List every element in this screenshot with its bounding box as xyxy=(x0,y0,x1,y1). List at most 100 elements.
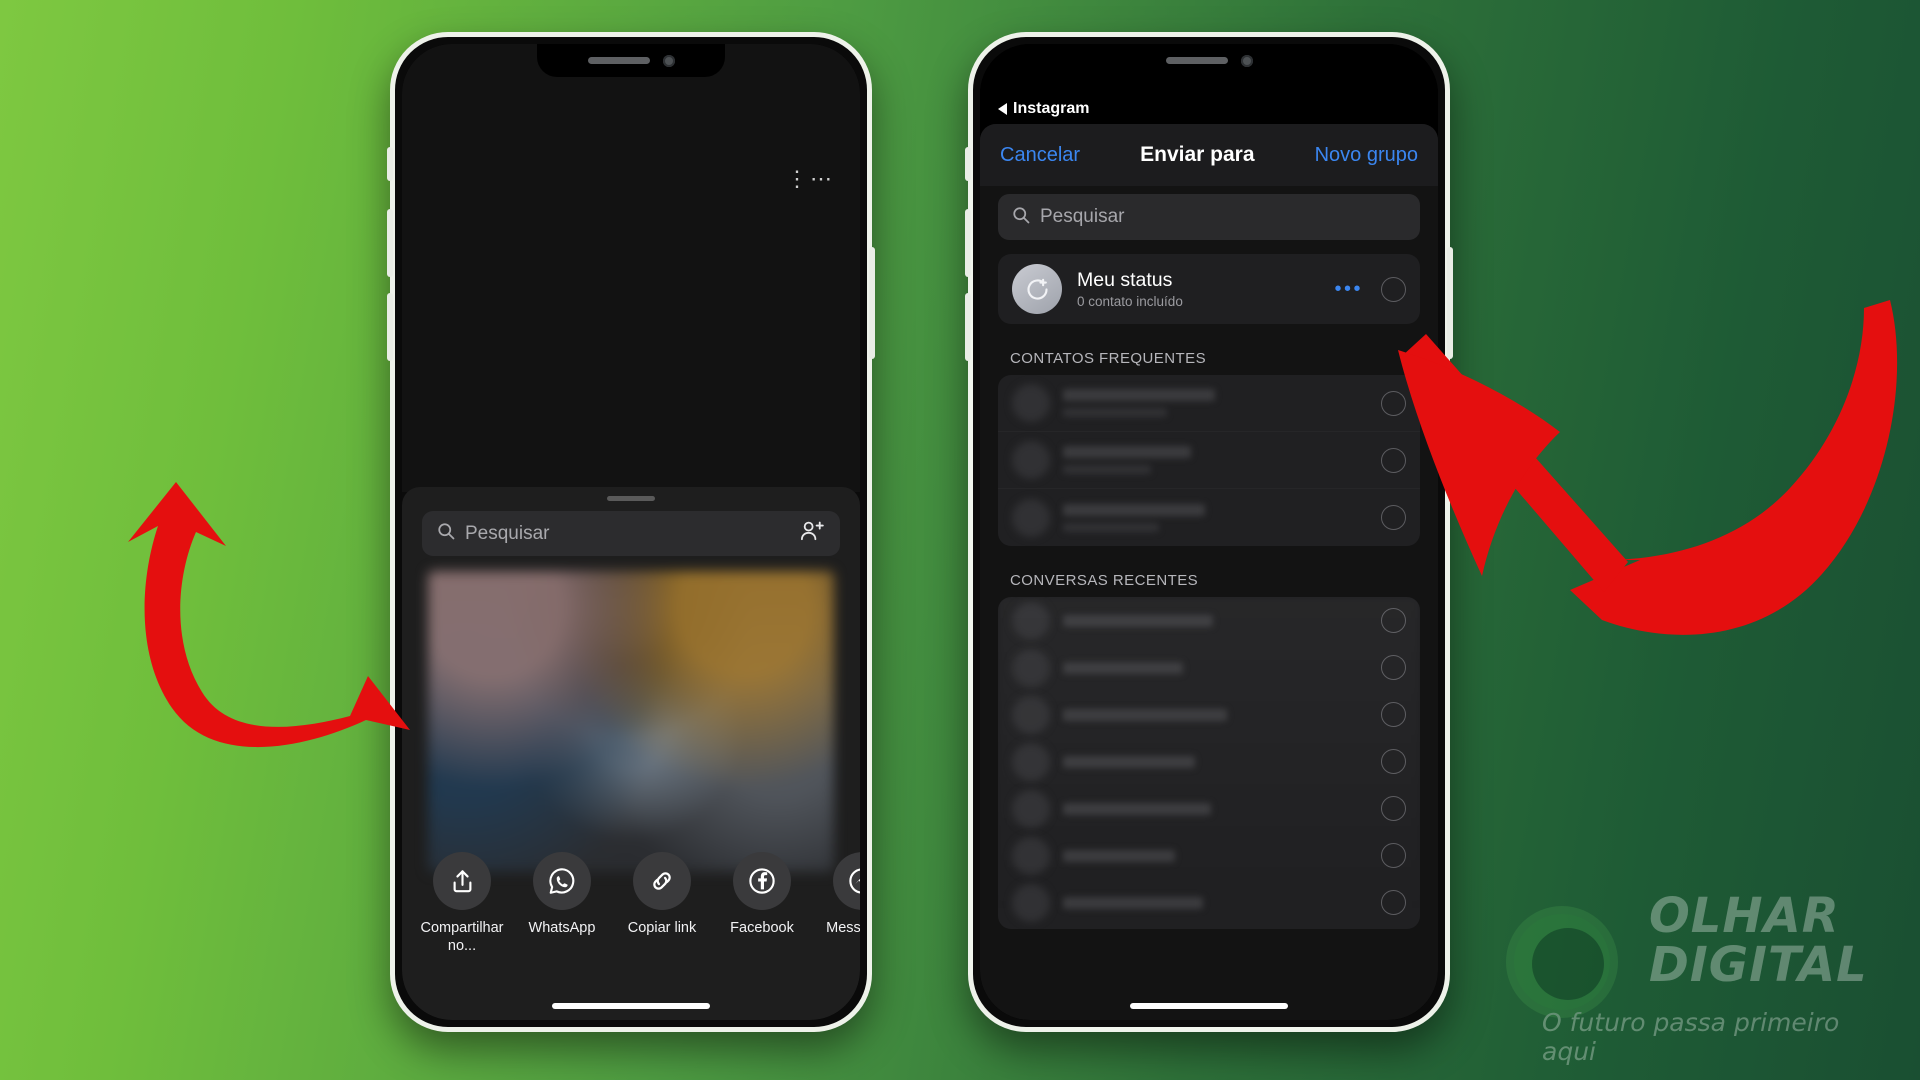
search-icon xyxy=(436,521,456,546)
my-status-text: Meu status 0 contato incluído xyxy=(1077,269,1183,309)
my-status-card: Meu status 0 contato incluído ••• xyxy=(998,254,1420,324)
right-phone-screen: Instagram Cancelar Enviar para Novo grup… xyxy=(980,44,1438,1020)
conversation-select-circle[interactable] xyxy=(1381,749,1406,774)
search-icon xyxy=(1011,205,1031,230)
add-person-icon[interactable] xyxy=(799,519,826,548)
right-phone-volume-up-button[interactable] xyxy=(965,209,971,277)
right-phone-mute-switch[interactable] xyxy=(965,147,971,181)
contact-row[interactable] xyxy=(998,375,1420,432)
section-header-frequent: CONTATOS FREQUENTES xyxy=(1010,350,1207,367)
my-status-row[interactable]: Meu status 0 contato incluído ••• xyxy=(998,254,1420,324)
page-title: Enviar para xyxy=(1140,143,1255,166)
avatar xyxy=(1012,384,1050,422)
conversation-name-blurred xyxy=(1063,849,1175,862)
conversation-row[interactable] xyxy=(998,832,1420,879)
home-indicator[interactable] xyxy=(552,1003,710,1009)
earpiece-speaker-icon xyxy=(1165,57,1228,64)
whatsapp-icon xyxy=(533,852,591,910)
sheet-grabber-handle[interactable] xyxy=(607,496,655,501)
share-search-bar[interactable]: Pesquisar xyxy=(422,511,840,556)
earpiece-speaker-icon xyxy=(587,57,650,64)
send-to-sheet: Cancelar Enviar para Novo grupo Pesquisa… xyxy=(980,124,1438,1020)
share-generic-icon xyxy=(433,852,491,910)
left-phone-device: ⋮⋯ Pesquisar Compartilhar no... WhatsApp… xyxy=(387,32,875,1032)
avatar xyxy=(1012,836,1050,875)
conversation-row[interactable] xyxy=(998,785,1420,832)
avatar xyxy=(1012,498,1050,537)
conversation-name-blurred xyxy=(1063,661,1183,674)
conversation-select-circle[interactable] xyxy=(1381,702,1406,727)
share-target-whatsapp[interactable]: WhatsApp xyxy=(512,852,612,938)
conversation-row[interactable] xyxy=(998,691,1420,738)
share-target-facebook[interactable]: Facebook xyxy=(712,852,812,938)
more-options-icon[interactable]: ••• xyxy=(1334,278,1363,301)
back-to-instagram-button[interactable]: Instagram xyxy=(998,100,1089,118)
conversation-row[interactable] xyxy=(998,644,1420,691)
contact-name-blurred xyxy=(1063,446,1191,474)
contact-name-blurred xyxy=(1063,503,1205,532)
frequent-contacts-list xyxy=(998,375,1420,546)
right-phone-power-button[interactable] xyxy=(1447,247,1453,359)
conversation-name-blurred xyxy=(1063,708,1227,721)
contact-row[interactable] xyxy=(998,489,1420,546)
avatar xyxy=(1012,883,1050,922)
shared-content-preview xyxy=(428,571,834,872)
contacts-search-placeholder: Pesquisar xyxy=(1040,206,1125,227)
watermark-wordmark: OLHAR DIGITAL xyxy=(1649,892,1868,990)
share-target-label: Copiar link xyxy=(627,920,697,936)
share-target-copy-link[interactable]: Copiar link xyxy=(612,852,712,938)
avatar xyxy=(1012,648,1050,687)
avatar xyxy=(1012,601,1050,640)
avatar xyxy=(1012,695,1050,734)
conversation-name-blurred xyxy=(1063,802,1211,815)
watermark-tagline: O futuro passa primeiro aqui xyxy=(1542,1008,1840,1066)
contact-name-blurred xyxy=(1063,389,1215,417)
share-sheet: Pesquisar Compartilhar no... WhatsApp Co… xyxy=(402,487,860,1020)
conversation-select-circle[interactable] xyxy=(1381,843,1406,868)
status-select-circle[interactable] xyxy=(1381,276,1406,302)
contact-select-circle[interactable] xyxy=(1381,447,1406,473)
dimmed-backdrop xyxy=(402,44,860,492)
facebook-icon xyxy=(733,852,791,910)
share-target-label: Facebook xyxy=(730,920,794,936)
conversation-select-circle[interactable] xyxy=(1381,890,1406,915)
conversation-name-blurred xyxy=(1063,755,1195,768)
messenger-icon xyxy=(833,852,860,910)
left-phone-mute-switch[interactable] xyxy=(387,147,393,181)
conversation-select-circle[interactable] xyxy=(1381,655,1406,680)
left-phone-volume-up-button[interactable] xyxy=(387,209,393,277)
back-app-label: Instagram xyxy=(1013,100,1090,117)
olhar-digital-watermark: OLHAR DIGITAL O futuro passa primeiro aq… xyxy=(1494,890,1894,1066)
right-phone-notch xyxy=(1115,44,1303,77)
conversation-name-blurred xyxy=(1063,614,1213,627)
my-status-subtitle: 0 contato incluído xyxy=(1077,294,1183,310)
home-indicator[interactable] xyxy=(1130,1003,1288,1009)
share-target-label: WhatsApp xyxy=(528,920,596,936)
share-target-generic[interactable]: Compartilhar no... xyxy=(412,852,512,955)
share-search-placeholder: Pesquisar xyxy=(465,522,550,544)
contact-select-circle[interactable] xyxy=(1381,390,1406,416)
left-phone-screen: ⋮⋯ Pesquisar Compartilhar no... WhatsApp… xyxy=(402,44,860,1020)
conversation-row[interactable] xyxy=(998,597,1420,644)
link-icon xyxy=(633,852,691,910)
conversation-row[interactable] xyxy=(998,879,1420,926)
arrow-pointing-to-contact-selector xyxy=(1398,300,1898,635)
conversation-select-circle[interactable] xyxy=(1381,796,1406,821)
status-ring-icon xyxy=(1012,264,1062,314)
left-phone-volume-down-button[interactable] xyxy=(387,293,393,361)
contact-select-circle[interactable] xyxy=(1381,505,1406,530)
cancel-button[interactable]: Cancelar xyxy=(1000,144,1080,167)
send-to-navbar: Cancelar Enviar para Novo grupo xyxy=(980,124,1438,186)
overflow-menu-icon[interactable]: ⋮⋯ xyxy=(786,166,834,192)
contacts-search-bar[interactable]: Pesquisar xyxy=(998,194,1420,240)
left-phone-notch xyxy=(537,44,725,77)
conversation-select-circle[interactable] xyxy=(1381,608,1406,633)
new-group-button[interactable]: Novo grupo xyxy=(1315,144,1418,167)
right-phone-volume-down-button[interactable] xyxy=(965,293,971,361)
contact-row[interactable] xyxy=(998,432,1420,489)
share-target-row: Compartilhar no... WhatsApp Copiar link … xyxy=(402,852,860,974)
left-phone-power-button[interactable] xyxy=(869,247,875,359)
conversation-name-blurred xyxy=(1063,896,1203,909)
conversation-row[interactable] xyxy=(998,738,1420,785)
share-target-messenger[interactable]: Messenger xyxy=(812,852,860,938)
